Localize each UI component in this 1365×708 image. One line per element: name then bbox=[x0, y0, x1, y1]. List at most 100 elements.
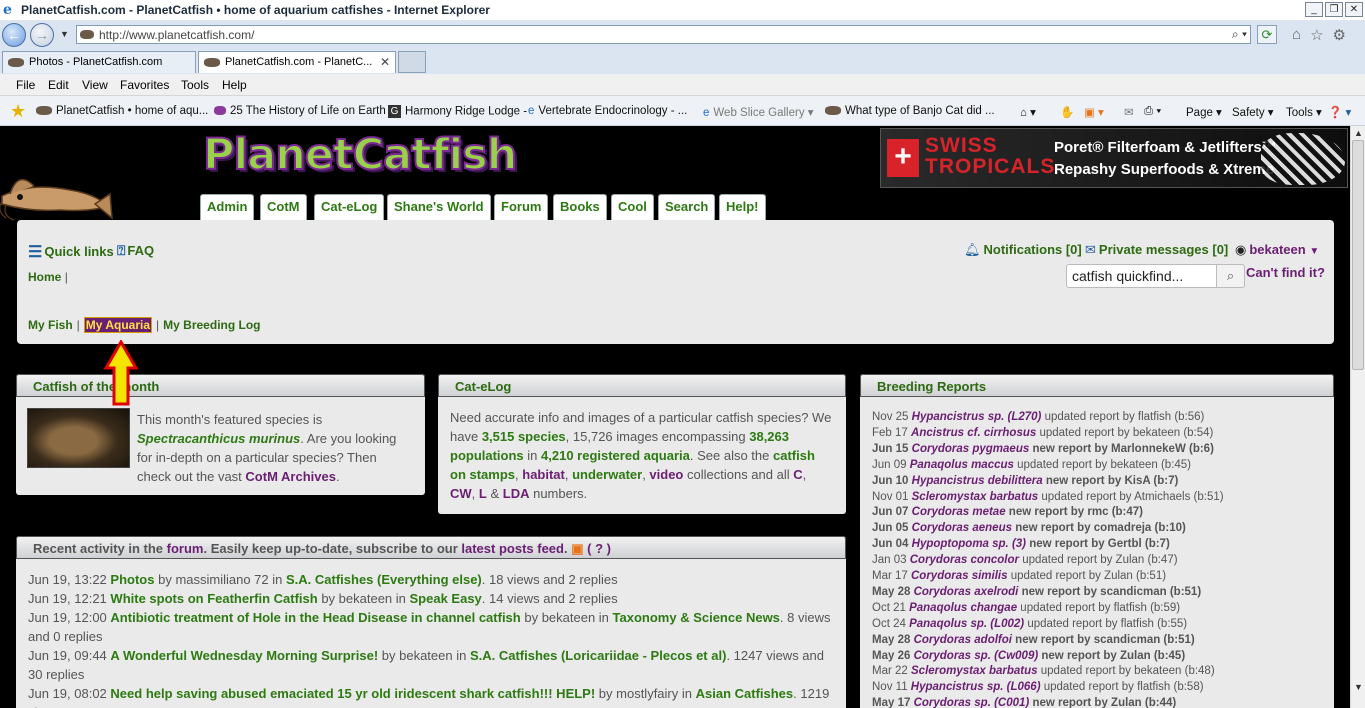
url-text[interactable]: http://www.planetcatfish.com/ bbox=[99, 28, 254, 42]
search-input[interactable]: catfish quickfind... bbox=[1066, 264, 1220, 288]
video-link[interactable]: video bbox=[649, 467, 683, 482]
species-link[interactable]: Hypancistrus debilittera bbox=[912, 475, 1043, 487]
species-link[interactable]: Corydoras concolor bbox=[910, 554, 1019, 566]
menu-view[interactable]: View bbox=[82, 78, 108, 92]
habitat-link[interactable]: habitat bbox=[522, 467, 565, 482]
nav-shanes-world[interactable]: Shane's World bbox=[387, 194, 491, 220]
my-fish-link[interactable]: My Fish bbox=[28, 318, 73, 332]
menu-favorites[interactable]: Favorites bbox=[120, 78, 169, 92]
forward-button[interactable]: → bbox=[30, 23, 54, 47]
home-icon[interactable]: ⌂ bbox=[1292, 26, 1301, 44]
topic-link[interactable]: Photos bbox=[110, 572, 154, 587]
forum-link[interactable]: forum bbox=[167, 541, 204, 556]
scroll-up-icon[interactable]: ▲ bbox=[1354, 128, 1363, 138]
minimize-button[interactable]: _ bbox=[1305, 2, 1323, 17]
swiss-tropicals-ad-banner[interactable]: + SWISS TROPICALS Poret® Filterfoam & Jet… bbox=[880, 128, 1348, 188]
nav-cotm[interactable]: CotM bbox=[260, 194, 307, 220]
topic-link[interactable]: White spots on Featherfin Catfish bbox=[110, 591, 317, 606]
species-link[interactable]: Corydoras sp. (Cw009) bbox=[914, 650, 1039, 662]
quick-links[interactable]: ☰ Quick links bbox=[28, 242, 114, 262]
gear-icon[interactable]: ⚙ bbox=[1333, 26, 1346, 44]
web-slice-gallery-link[interactable]: e Web Slice Gallery ▾ bbox=[703, 105, 814, 119]
new-tab-button[interactable] bbox=[398, 51, 426, 73]
nav-cat-elog[interactable]: Cat-eLog bbox=[314, 194, 385, 220]
nav-cool[interactable]: Cool bbox=[611, 194, 654, 220]
latest-posts-feed-link[interactable]: latest posts feed bbox=[461, 541, 564, 556]
favorite-link[interactable]: G Harmony Ridge Lodge - bbox=[388, 105, 527, 118]
species-link[interactable]: Corydoras pygmaeus bbox=[912, 443, 1030, 455]
my-breeding-log-link[interactable]: My Breeding Log bbox=[163, 318, 260, 332]
cotm-species-image[interactable] bbox=[27, 408, 130, 468]
favorite-link[interactable]: PlanetCatfish • home of aqu... bbox=[36, 105, 208, 117]
search-button[interactable]: ⌕ bbox=[1216, 264, 1245, 288]
subforum-link[interactable]: S.A. Catfishes (Everything else) bbox=[286, 572, 482, 587]
underwater-link[interactable]: underwater bbox=[572, 467, 642, 482]
rss-icon[interactable]: ▣ bbox=[571, 541, 583, 556]
nav-admin[interactable]: Admin bbox=[200, 194, 255, 220]
rss-icon[interactable]: ▣ ▾ bbox=[1084, 105, 1104, 119]
species-link[interactable]: Scleromystax barbatus bbox=[912, 491, 1039, 503]
species-count-link[interactable]: 3,515 species bbox=[482, 429, 566, 444]
species-link[interactable]: Ancistrus cf. cirrhosus bbox=[911, 427, 1036, 439]
subforum-link[interactable]: Speak Easy bbox=[410, 591, 482, 606]
species-link[interactable]: Corydoras metae bbox=[912, 506, 1006, 518]
species-link[interactable]: Hypancistrus sp. (L270) bbox=[912, 411, 1042, 423]
restore-button[interactable]: ❐ bbox=[1325, 2, 1343, 17]
favorite-link[interactable]: e Vertebrate Endocrinology - ... bbox=[528, 105, 687, 117]
nav-books[interactable]: Books bbox=[553, 194, 607, 220]
history-dropdown-icon[interactable]: ▼ bbox=[60, 29, 69, 39]
menu-edit[interactable]: Edit bbox=[48, 78, 69, 92]
nav-forum[interactable]: Forum bbox=[494, 194, 549, 220]
menu-file[interactable]: File bbox=[16, 78, 35, 92]
safety-menu[interactable]: Safety ▾ bbox=[1232, 105, 1274, 119]
cant-find-it-link[interactable]: Can't find it? bbox=[1246, 265, 1325, 280]
subforum-link[interactable]: S.A. Catfishes (Loricariidae - Plecos et… bbox=[470, 648, 726, 663]
back-button[interactable]: ← bbox=[2, 23, 26, 47]
mail-icon[interactable]: ✉ bbox=[1124, 105, 1134, 119]
species-link[interactable]: Panaqolus changae bbox=[909, 602, 1017, 614]
close-tab-icon[interactable]: ✕ bbox=[380, 55, 390, 69]
species-link[interactable]: Scleromystax barbatus bbox=[911, 665, 1038, 677]
address-bar[interactable]: http://www.planetcatfish.com/ ⌕ ▾ bbox=[76, 25, 1251, 44]
my-aquaria-link[interactable]: My Aquaria bbox=[83, 317, 153, 333]
menu-help[interactable]: Help bbox=[222, 78, 247, 92]
page-scrollbar[interactable]: ▲ ▼ bbox=[1350, 126, 1365, 708]
close-window-button[interactable]: ✕ bbox=[1345, 2, 1363, 17]
tab-planetcatfish[interactable]: PlanetCatfish.com - PlanetC... ✕ bbox=[198, 51, 396, 73]
aquaria-link[interactable]: 4,210 registered aquaria bbox=[541, 448, 690, 463]
topic-link[interactable]: A Wonderful Wednesday Morning Surprise! bbox=[110, 648, 378, 663]
species-link[interactable]: Panaqolus sp. (L002) bbox=[909, 618, 1024, 630]
species-link[interactable]: Corydoras sp. (C001) bbox=[914, 697, 1030, 708]
tools-menu[interactable]: Tools ▾ bbox=[1286, 105, 1322, 119]
scroll-down-icon[interactable]: ▼ bbox=[1354, 682, 1363, 692]
cotm-archives-link[interactable]: CotM Archives bbox=[245, 469, 336, 484]
menu-tools[interactable]: Tools bbox=[181, 78, 209, 92]
home-link[interactable]: Home bbox=[28, 270, 61, 284]
nav-help[interactable]: Help! bbox=[719, 194, 766, 220]
cotm-species-link[interactable]: Spectracanthicus murinus bbox=[137, 431, 300, 446]
scroll-thumb[interactable] bbox=[1352, 140, 1364, 370]
faq-link[interactable]: ⍰ FAQ bbox=[117, 242, 154, 259]
species-link[interactable]: Hypancistrus sp. (L066) bbox=[911, 681, 1041, 693]
print-icon[interactable]: ⎙ ▾ bbox=[1144, 105, 1161, 118]
refresh-icon[interactable]: ⟳ bbox=[1257, 25, 1277, 44]
user-menu[interactable]: ◉ bekateen ▼ bbox=[1235, 242, 1319, 258]
subforum-link[interactable]: Asian Catfishes bbox=[696, 686, 794, 701]
tab-photos[interactable]: Photos - PlanetCatfish.com bbox=[2, 51, 196, 73]
notifications-link[interactable]: 🔔︎ Notifications [0] bbox=[964, 242, 1082, 258]
private-messages-link[interactable]: ✉ Private messages [0] bbox=[1085, 242, 1228, 258]
species-link[interactable]: Corydoras aeneus bbox=[912, 522, 1012, 534]
favorite-link[interactable]: What type of Banjo Cat did ... bbox=[825, 105, 995, 117]
species-link[interactable]: Corydoras similis bbox=[911, 570, 1008, 582]
species-link[interactable]: Panaqolus maccus bbox=[910, 459, 1014, 471]
help-icon[interactable]: ❓ ▾ bbox=[1328, 105, 1351, 119]
nav-search[interactable]: Search bbox=[658, 194, 716, 220]
feed-help-link[interactable]: ( ? ) bbox=[587, 541, 611, 556]
species-link[interactable]: Corydoras axelrodi bbox=[914, 586, 1019, 598]
species-link[interactable]: Hypoptopoma sp. (3) bbox=[912, 538, 1026, 550]
planetcatfish-logo[interactable]: PlanetCatfish bbox=[202, 129, 518, 181]
topic-link[interactable]: Antibiotic treatment of Hole in the Head… bbox=[110, 610, 520, 625]
favorite-link[interactable]: 25 The History of Life on Earth bbox=[214, 105, 386, 117]
hand-icon[interactable]: ✋ bbox=[1060, 105, 1074, 119]
species-link[interactable]: Corydoras adolfoi bbox=[914, 634, 1012, 646]
